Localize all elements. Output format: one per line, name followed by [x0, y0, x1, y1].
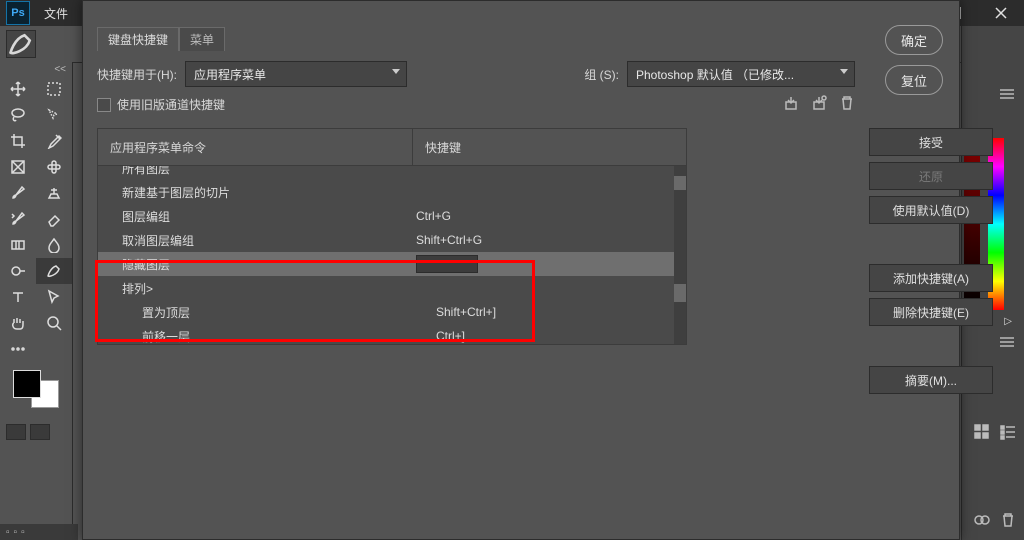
- summarize-button[interactable]: 摘要(M)...: [869, 366, 993, 394]
- screen-mode-full[interactable]: [30, 424, 50, 440]
- ps-logo-icon: Ps: [6, 1, 30, 25]
- save-set-as-icon[interactable]: [811, 95, 827, 114]
- clone-stamp-tool[interactable]: [36, 180, 72, 206]
- gradient-tool[interactable]: [0, 232, 36, 258]
- command-cell: 隐藏图层: [98, 256, 412, 273]
- command-cell: 图层编组: [98, 208, 412, 225]
- set-dropdown[interactable]: Photoshop 默认值 （已修改...: [627, 61, 855, 87]
- scrollbar-thumb[interactable]: [674, 284, 686, 302]
- shortcuts-table-body[interactable]: 所有图层新建基于图层的切片图层编组Ctrl+G取消图层编组Shift+Ctrl+…: [98, 166, 686, 344]
- accept-button[interactable]: 接受: [869, 128, 993, 156]
- edit-toolbar[interactable]: [0, 336, 36, 362]
- shortcut-cell: [412, 255, 674, 273]
- menu-file[interactable]: 文件: [36, 0, 76, 26]
- shortcut-input[interactable]: [416, 255, 478, 273]
- foreground-color[interactable]: [13, 370, 41, 398]
- marquee-tool[interactable]: [36, 76, 72, 102]
- table-row[interactable]: 新建基于图层的切片: [98, 180, 674, 204]
- tab-menus[interactable]: 菜单: [179, 27, 225, 51]
- set-label: 组 (S):: [584, 66, 619, 83]
- command-cell: 新建基于图层的切片: [98, 184, 412, 201]
- legacy-channels-label: 使用旧版通道快捷键: [117, 96, 225, 113]
- eyedropper-tool[interactable]: [36, 128, 72, 154]
- command-cell: 取消图层编组: [98, 232, 412, 249]
- panel-menu-icon[interactable]: [1000, 88, 1014, 103]
- lasso-tool[interactable]: [0, 102, 36, 128]
- shortcuts-for-dropdown[interactable]: 应用程序菜单: [185, 61, 407, 87]
- legacy-channels-checkbox[interactable]: [97, 98, 111, 112]
- color-swatches[interactable]: [11, 368, 61, 410]
- save-set-icon[interactable]: [783, 95, 799, 114]
- move-tool[interactable]: [0, 76, 36, 102]
- set-value: Photoshop 默认值 （已修改...: [636, 66, 794, 83]
- shortcuts-table: 应用程序菜单命令 快捷键 所有图层新建基于图层的切片图层编组Ctrl+G取消图层…: [97, 128, 687, 345]
- shortcut-cell: Ctrl+G: [412, 209, 674, 223]
- table-row[interactable]: 取消图层编组Shift+Ctrl+G: [98, 228, 674, 252]
- command-cell: 置为顶层: [98, 304, 432, 321]
- hand-tool[interactable]: [0, 310, 36, 336]
- table-row[interactable]: 前移一层Ctrl+]: [98, 324, 674, 344]
- column-command: 应用程序菜单命令: [98, 129, 413, 165]
- zoom-tool[interactable]: [36, 310, 72, 336]
- frame-tool[interactable]: [0, 154, 36, 180]
- delete-set-icon[interactable]: [839, 95, 855, 114]
- healing-brush-tool[interactable]: [36, 154, 72, 180]
- dodge-tool[interactable]: [0, 258, 36, 284]
- shortcut-cell: Shift+Ctrl+]: [432, 305, 674, 319]
- shortcut-cell: Ctrl+]: [432, 329, 674, 343]
- panel-menu-icon[interactable]: [1000, 336, 1014, 351]
- screen-mode-standard[interactable]: [6, 424, 26, 440]
- tools-panel: <<: [0, 62, 73, 540]
- brush-tool[interactable]: [0, 180, 36, 206]
- table-row[interactable]: 图层编组Ctrl+G: [98, 204, 674, 228]
- tools-collapse[interactable]: <<: [0, 62, 72, 76]
- history-brush-tool[interactable]: [0, 206, 36, 232]
- scrollbar-track[interactable]: [674, 166, 686, 344]
- shortcut-cell: Shift+Ctrl+G: [412, 233, 674, 247]
- type-tool[interactable]: [0, 284, 36, 310]
- tab-keyboard-shortcuts[interactable]: 键盘快捷键: [97, 27, 179, 51]
- pen-tool[interactable]: [36, 258, 72, 284]
- color-slider-thumb-icon[interactable]: ▷: [1004, 316, 1012, 327]
- shortcuts-for-label: 快捷键用于(H):: [97, 66, 177, 83]
- command-cell: 排列>: [98, 280, 412, 297]
- table-row[interactable]: 置为顶层Shift+Ctrl+]: [98, 300, 674, 324]
- quick-select-tool[interactable]: [36, 102, 72, 128]
- path-select-tool[interactable]: [36, 284, 72, 310]
- cc-libraries-icon[interactable]: [974, 512, 990, 528]
- table-row[interactable]: 所有图层: [98, 166, 674, 180]
- command-cell: 前移一层: [98, 328, 432, 345]
- command-cell: 所有图层: [98, 166, 412, 177]
- blur-tool[interactable]: [36, 232, 72, 258]
- ok-button[interactable]: 确定: [885, 25, 943, 55]
- delete-shortcut-button[interactable]: 删除快捷键(E): [869, 298, 993, 326]
- add-shortcut-button[interactable]: 添加快捷键(A): [869, 264, 993, 292]
- trash-icon[interactable]: [1000, 512, 1016, 528]
- window-close-button[interactable]: [978, 0, 1024, 26]
- thumbnail-view-icon[interactable]: [974, 424, 990, 440]
- keyboard-shortcuts-dialog: 确定 复位 键盘快捷键 菜单 快捷键用于(H): 应用程序菜单 组 (S): P…: [82, 0, 960, 540]
- tool-preset-picker[interactable]: [6, 30, 36, 58]
- table-row[interactable]: 排列>: [98, 276, 674, 300]
- shortcuts-for-value: 应用程序菜单: [194, 66, 266, 83]
- eraser-tool[interactable]: [36, 206, 72, 232]
- reset-button[interactable]: 复位: [885, 65, 943, 95]
- scrollbar-thumb[interactable]: [674, 176, 686, 190]
- list-view-icon[interactable]: [1000, 424, 1016, 440]
- crop-tool[interactable]: [0, 128, 36, 154]
- table-row[interactable]: 隐藏图层: [98, 252, 674, 276]
- undo-button: 还原: [869, 162, 993, 190]
- tools-footer: ▫▫▫: [0, 524, 78, 540]
- use-default-button[interactable]: 使用默认值(D): [869, 196, 993, 224]
- dialog-tabs: 键盘快捷键 菜单: [97, 27, 855, 51]
- column-shortcut: 快捷键: [413, 129, 686, 165]
